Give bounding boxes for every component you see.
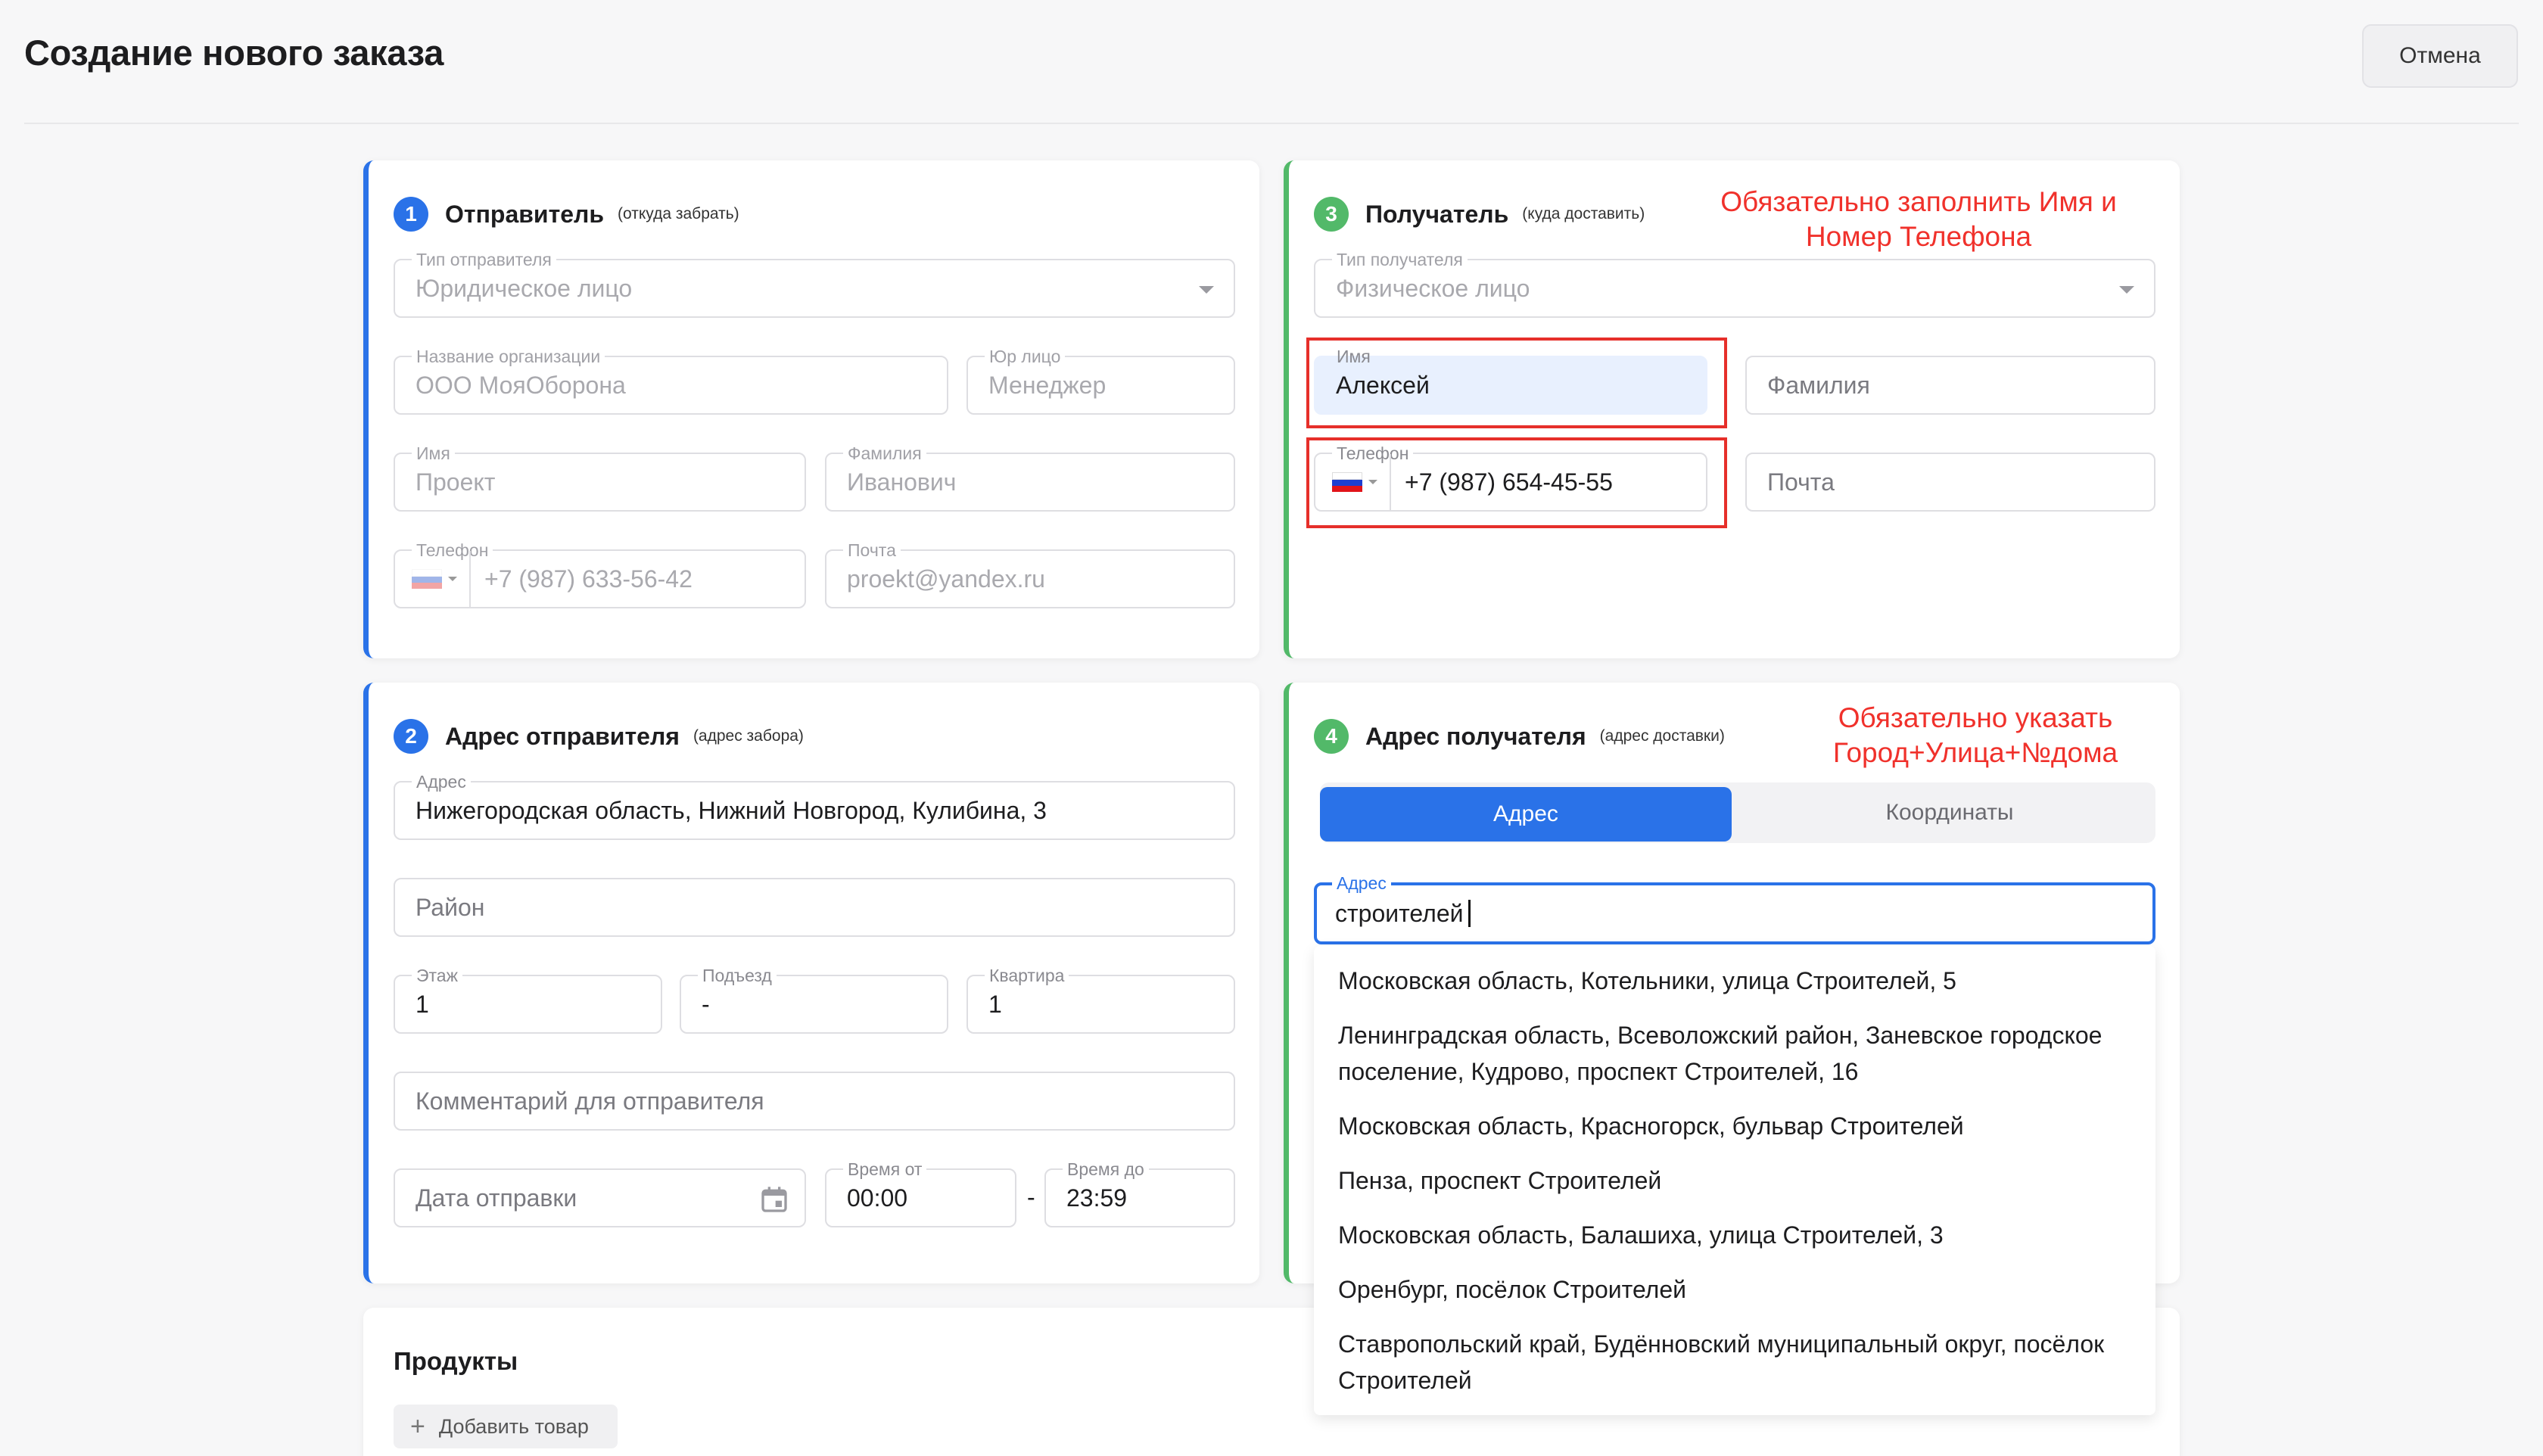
suggestion-item[interactable]: Московская область, Красногорск, бульвар… (1338, 1108, 2140, 1144)
address-mode-switch: Адрес Координаты (1320, 782, 2155, 843)
tab-coordinates[interactable]: Координаты (1744, 786, 2155, 840)
step-badge: 4 (1314, 719, 1349, 754)
sender-first-name-field[interactable]: Имя Проект (394, 443, 806, 512)
suggestion-item[interactable]: Московская область, Балашиха, улица Стро… (1338, 1217, 2140, 1253)
calendar-icon[interactable] (759, 1184, 789, 1215)
highlight-name-box (1306, 338, 1727, 428)
header-divider (24, 123, 2519, 124)
recipient-address-subtitle: (адрес доставки) (1599, 727, 1725, 745)
russia-flag-icon (412, 569, 442, 589)
field-value: - (702, 990, 710, 1018)
suggestion-item[interactable]: Пенза, проспект Строителей (1338, 1162, 2140, 1199)
sender-address-title: Адрес отправителя (445, 722, 680, 750)
apartment-field[interactable]: Квартира 1 (966, 966, 1235, 1034)
field-placeholder: Район (416, 893, 485, 921)
sender-title: Отправитель (445, 200, 605, 228)
cancel-button[interactable]: Отмена (2362, 24, 2518, 88)
step-badge: 3 (1314, 197, 1349, 232)
suggestion-item[interactable]: Оренбург, посёлок Строителей (1338, 1271, 2140, 1308)
recipient-subtitle: (куда доставить) (1522, 205, 1645, 222)
field-placeholder: Почта (1767, 468, 1835, 496)
suggestion-item[interactable]: Ленинградская область, Всеволожский райо… (1338, 1017, 2140, 1090)
field-value: Иванович (847, 468, 957, 496)
step-badge: 2 (394, 719, 428, 754)
sender-address-subtitle: (адрес забора) (693, 727, 804, 745)
add-product-button[interactable]: + Добавить товар (394, 1405, 618, 1448)
field-value: ООО МояОборона (416, 371, 626, 399)
field-value: 00:00 (847, 1184, 908, 1212)
field-value: 1 (416, 990, 429, 1018)
country-select[interactable] (395, 551, 471, 607)
sender-address-field[interactable]: Адрес Нижегородская область, Нижний Новг… (394, 772, 1235, 840)
recipient-address-input[interactable]: Адрес строителей (1314, 873, 2155, 944)
add-product-label: Добавить товар (438, 1414, 589, 1438)
recipient-address-title: Адрес получателя (1365, 722, 1586, 750)
ship-date-field[interactable]: Дата отправки (394, 1168, 806, 1227)
sender-phone-field[interactable]: Телефон +7 (987) 633-56-42 (394, 540, 806, 608)
recipient-type-select[interactable]: Тип получателя Физическое лицо (1314, 250, 2155, 318)
step-badge: 1 (394, 197, 428, 232)
address-required-note: Обязательно указать Город+Улица+№дома (1832, 702, 2118, 768)
sender-role-field[interactable]: Юр лицо Менеджер (966, 347, 1235, 415)
time-from-field[interactable]: Время от 00:00 (825, 1159, 1016, 1227)
field-placeholder: Дата отправки (416, 1184, 577, 1212)
recipient-title: Получатель (1365, 200, 1509, 228)
sender-type-select[interactable]: Тип отправителя Юридическое лицо (394, 250, 1235, 318)
chevron-down-icon (2119, 286, 2134, 294)
sender-email-field[interactable]: Почта proekt@yandex.ru (825, 540, 1235, 608)
highlight-phone-box (1306, 437, 1727, 528)
field-value: 23:59 (1066, 1184, 1128, 1212)
field-value: Менеджер (988, 371, 1107, 399)
field-value: Нижегородская область, Нижний Новгород, … (416, 796, 1047, 824)
recipient-card-header: 3 Получатель (куда доставить) (1314, 197, 1645, 232)
floor-field[interactable]: Этаж 1 (394, 966, 662, 1034)
tab-address[interactable]: Адрес (1320, 787, 1732, 842)
chevron-down-icon (448, 577, 457, 581)
suggestion-item[interactable]: Ставропольский край, Будённовский муници… (1338, 1326, 2140, 1398)
recipient-email-field[interactable]: Почта (1745, 453, 2155, 512)
sender-card: 1 Отправитель (откуда забрать) Тип отпра… (363, 160, 1259, 658)
sender-card-header: 1 Отправитель (откуда забрать) (394, 197, 739, 232)
address-suggestions-dropdown: Московская область, Котельники, улица Ст… (1314, 946, 2155, 1415)
field-placeholder: Комментарий для отправителя (416, 1087, 764, 1115)
plus-icon: + (410, 1412, 425, 1441)
field-value: строителей (1335, 885, 1471, 941)
field-value: Физическое лицо (1336, 274, 1530, 302)
chevron-down-icon (1199, 286, 1214, 294)
suggestion-item[interactable]: Московская область, Котельники, улица Ст… (1338, 963, 2140, 999)
products-title: Продукты (394, 1347, 518, 1375)
text-cursor (1468, 900, 1471, 927)
sender-address-card: 2 Адрес отправителя (адрес забора) Адрес… (363, 683, 1259, 1283)
time-to-field[interactable]: Время до 23:59 (1044, 1159, 1235, 1227)
entrance-field[interactable]: Подъезд - (680, 966, 948, 1034)
field-value: Проект (416, 468, 496, 496)
sender-subtitle: (откуда забрать) (618, 205, 739, 222)
recipient-required-note: Обязательно заполнить Имя и Номер Телефо… (1720, 186, 2117, 252)
field-value: +7 (987) 633-56-42 (484, 565, 693, 593)
sender-last-name-field[interactable]: Фамилия Иванович (825, 443, 1235, 512)
sender-org-field[interactable]: Название организации ООО МояОборона (394, 347, 948, 415)
field-value: proekt@yandex.ru (847, 565, 1045, 593)
district-field[interactable]: Район (394, 878, 1235, 937)
time-range-dash: - (1027, 1184, 1035, 1211)
address-query-text: строителей (1335, 899, 1464, 927)
sender-address-header: 2 Адрес отправителя (адрес забора) (394, 719, 804, 754)
field-value: 1 (988, 990, 1002, 1018)
recipient-address-header: 4 Адрес получателя (адрес доставки) (1314, 719, 1725, 754)
sender-comment-field[interactable]: Комментарий для отправителя (394, 1072, 1235, 1131)
field-value: Юридическое лицо (416, 274, 633, 302)
recipient-last-name-field[interactable]: Фамилия (1745, 356, 2155, 415)
page-title: Создание нового заказа (24, 33, 444, 73)
field-placeholder: Фамилия (1767, 371, 1870, 399)
